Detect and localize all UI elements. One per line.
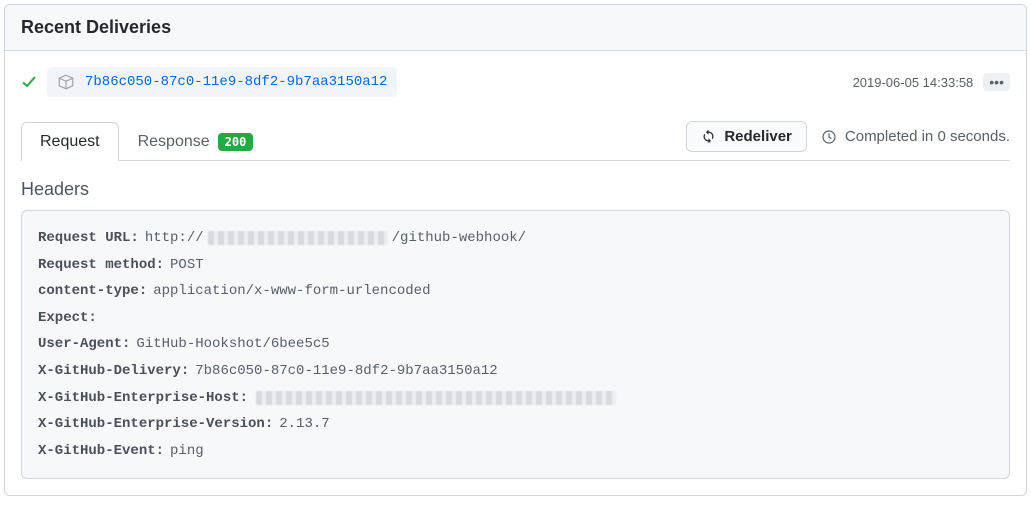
sync-icon xyxy=(701,129,716,144)
header-value: 2.13.7 xyxy=(279,411,329,438)
more-actions-button[interactable]: ••• xyxy=(983,73,1010,91)
header-key: Request method: xyxy=(38,252,164,279)
headers-heading: Headers xyxy=(21,179,1010,200)
header-value: 7b86c050-87c0-11e9-8df2-9b7aa3150a12 xyxy=(195,358,497,385)
redeliver-label: Redeliver xyxy=(724,128,792,145)
delivery-id-link[interactable]: 7b86c050-87c0-11e9-8df2-9b7aa3150a12 xyxy=(85,74,387,90)
header-key: Expect: xyxy=(38,305,97,332)
redacted-enterprise-host xyxy=(256,391,616,405)
tab-request[interactable]: Request xyxy=(21,122,119,161)
header-value-suffix: /github-webhook/ xyxy=(392,225,526,252)
header-key: content-type: xyxy=(38,278,147,305)
panel-header: Recent Deliveries xyxy=(5,5,1026,51)
redeliver-button[interactable]: Redeliver xyxy=(686,121,807,152)
header-request-method: Request method: POST xyxy=(38,252,993,279)
delivery-row[interactable]: 7b86c050-87c0-11e9-8df2-9b7aa3150a12 201… xyxy=(21,67,1010,97)
header-github-event: X-GitHub-Event: ping xyxy=(38,438,993,465)
header-user-agent: User-Agent: GitHub-Hookshot/6bee5c5 xyxy=(38,331,993,358)
clock-icon xyxy=(821,129,837,145)
package-icon xyxy=(57,73,75,91)
delivery-id-box: 7b86c050-87c0-11e9-8df2-9b7aa3150a12 xyxy=(47,67,397,97)
check-icon xyxy=(21,74,37,90)
header-request-url: Request URL: http:// /github-webhook/ xyxy=(38,225,993,252)
header-key: Request URL: xyxy=(38,225,139,252)
completed-info: Completed in 0 seconds. xyxy=(821,128,1010,145)
header-expect: Expect: xyxy=(38,305,993,332)
delivery-timestamp: 2019-06-05 14:33:58 xyxy=(853,75,974,90)
header-enterprise-version: X-GitHub-Enterprise-Version: 2.13.7 xyxy=(38,411,993,438)
header-key: X-GitHub-Enterprise-Host: xyxy=(38,385,248,412)
header-content-type: content-type: application/x-www-form-url… xyxy=(38,278,993,305)
tabs-row: Request Response 200 Redeliver Complete xyxy=(21,121,1010,161)
recent-deliveries-panel: Recent Deliveries 7b86c050-87c0-11e9-8df… xyxy=(4,4,1027,496)
header-value: ping xyxy=(170,438,204,465)
panel-body: 7b86c050-87c0-11e9-8df2-9b7aa3150a12 201… xyxy=(5,51,1026,495)
tab-response-label: Response xyxy=(138,133,210,151)
header-key: User-Agent: xyxy=(38,331,130,358)
headers-box: Request URL: http:// /github-webhook/ Re… xyxy=(21,210,1010,479)
header-key: X-GitHub-Delivery: xyxy=(38,358,189,385)
ellipsis-icon: ••• xyxy=(989,74,1004,90)
completed-text: Completed in 0 seconds. xyxy=(845,128,1010,145)
header-key: X-GitHub-Event: xyxy=(38,438,164,465)
status-badge: 200 xyxy=(218,133,254,151)
redacted-host xyxy=(208,231,388,245)
header-key: X-GitHub-Enterprise-Version: xyxy=(38,411,273,438)
tab-response[interactable]: Response 200 xyxy=(119,122,273,161)
header-value-prefix: http:// xyxy=(145,225,204,252)
header-enterprise-host: X-GitHub-Enterprise-Host: xyxy=(38,385,993,412)
header-value: GitHub-Hookshot/6bee5c5 xyxy=(136,331,329,358)
panel-title: Recent Deliveries xyxy=(21,17,171,37)
header-github-delivery: X-GitHub-Delivery: 7b86c050-87c0-11e9-8d… xyxy=(38,358,993,385)
tabs-right: Redeliver Completed in 0 seconds. xyxy=(686,121,1010,160)
header-value: POST xyxy=(170,252,204,279)
header-value: application/x-www-form-urlencoded xyxy=(153,278,430,305)
tab-request-label: Request xyxy=(40,133,100,151)
